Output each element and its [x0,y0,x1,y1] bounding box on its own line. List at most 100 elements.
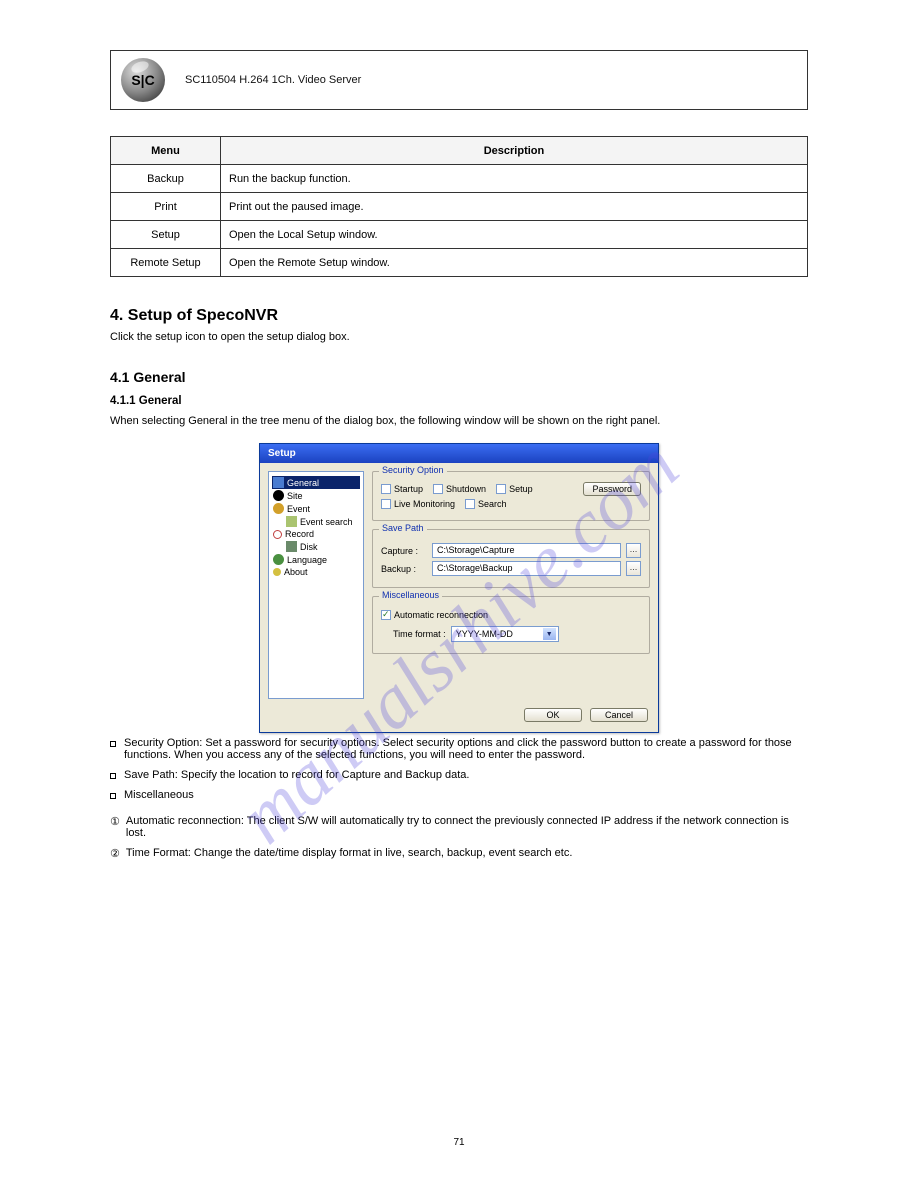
numbered-item: ② Time Format: Change the date/time disp… [110,847,808,860]
bullet-text: Save Path: Specify the location to recor… [124,769,470,781]
browse-capture-button[interactable]: … [626,543,641,558]
checkbox-live-monitoring[interactable]: Live Monitoring [381,499,455,509]
tree-item-language[interactable]: Language [272,553,360,566]
chk-label: Startup [394,484,423,494]
tree-item-record[interactable]: Record [272,528,360,540]
checkbox-search[interactable]: Search [465,499,507,509]
checkbox-icon [381,499,391,509]
cell-desc: Print out the paused image. [221,193,808,221]
number-icon: ② [110,847,120,860]
setup-tree[interactable]: General Site Event Event search Record D… [268,471,364,699]
record-icon [273,530,282,539]
tree-item-event-search[interactable]: Event search [272,515,360,528]
checkbox-setup[interactable]: Setup [496,484,533,494]
misc-group: Miscellaneous Automatic reconnection Tim… [372,596,650,654]
tree-label: Event search [300,517,353,527]
table-row: Setup Open the Local Setup window. [111,221,808,249]
checkbox-checked-icon [381,610,391,620]
section-title: 4. Setup of SpecoNVR [110,307,808,325]
table-row: Print Print out the paused image. [111,193,808,221]
chk-label: Shutdown [446,484,486,494]
cell-desc: Open the Local Setup window. [221,221,808,249]
dialog-titlebar: Setup [260,444,658,463]
general-icon [273,477,284,488]
col-menu: Menu [111,137,221,165]
chevron-down-icon: ▼ [543,628,556,640]
checkbox-icon [496,484,506,494]
browse-backup-button[interactable]: … [626,561,641,576]
bullet-item: Save Path: Specify the location to recor… [110,769,808,781]
ok-button[interactable]: OK [524,708,582,722]
tree-label: Site [287,491,303,501]
cancel-button[interactable]: Cancel [590,708,648,722]
security-option-group: Security Option Startup Shutdown Setup P… [372,471,650,521]
tree-label: Language [287,555,327,565]
backup-path-input[interactable]: C:\Storage\Backup [432,561,621,576]
checkbox-auto-reconnect[interactable]: Automatic reconnection [381,610,488,620]
tree-item-about[interactable]: About [272,566,360,578]
tree-label: General [287,478,319,488]
doc-title: SC110504 H.264 1Ch. Video Server [185,74,361,86]
tree-label: Disk [300,542,318,552]
tree-label: Event [287,504,310,514]
bullet-item: Miscellaneous [110,789,808,801]
chk-label: Automatic reconnection [394,610,488,620]
col-desc: Description [221,137,808,165]
bullet-text: Security Option: Set a password for secu… [124,737,808,761]
menu-description-table: Menu Description Backup Run the backup f… [110,136,808,277]
capture-path-input[interactable]: C:\Storage\Capture [432,543,621,558]
backup-label: Backup : [381,564,427,574]
language-icon [273,554,284,565]
checkbox-startup[interactable]: Startup [381,484,423,494]
numbered-text: Time Format: Change the date/time displa… [126,847,573,860]
table-row: Backup Run the backup function. [111,165,808,193]
bullet-item: Security Option: Set a password for secu… [110,737,808,761]
cell-desc: Open the Remote Setup window. [221,249,808,277]
table-row: Remote Setup Open the Remote Setup windo… [111,249,808,277]
section-intro: Click the setup icon to open the setup d… [110,331,808,343]
tree-item-site[interactable]: Site [272,489,360,502]
capture-label: Capture : [381,546,427,556]
site-icon [273,490,284,501]
bullet-icon [110,741,116,747]
group-legend: Miscellaneous [379,590,442,600]
bullet-text: Miscellaneous [124,789,194,801]
subsubsection-heading: 4.1.1 General [110,395,808,407]
checkbox-icon [465,499,475,509]
select-value: YYYY-MM-DD [456,629,513,639]
cell-menu: Remote Setup [111,249,221,277]
save-path-group: Save Path Capture : C:\Storage\Capture …… [372,529,650,588]
checkbox-shutdown[interactable]: Shutdown [433,484,486,494]
time-format-select[interactable]: YYYY-MM-DD ▼ [451,626,559,642]
number-icon: ① [110,815,120,839]
subsection-heading: 4.1 General [110,369,808,385]
cell-desc: Run the backup function. [221,165,808,193]
subsection-body: When selecting General in the tree menu … [110,415,808,427]
setup-dialog: Setup General Site Event Event search Re… [259,443,659,733]
group-legend: Save Path [379,523,427,533]
checkbox-icon [381,484,391,494]
page-number: 71 [453,1137,464,1148]
brand-logo-text: S|C [131,72,154,88]
event-search-icon [286,516,297,527]
about-icon [273,568,281,576]
password-button[interactable]: Password [583,482,641,496]
tree-item-general[interactable]: General [272,476,360,489]
event-icon [273,503,284,514]
tree-label: About [284,567,308,577]
group-legend: Security Option [379,465,447,475]
cell-menu: Print [111,193,221,221]
chk-label: Search [478,499,507,509]
time-format-label: Time format : [393,629,446,639]
doc-header: S|C SC110504 H.264 1Ch. Video Server [110,50,808,110]
checkbox-icon [433,484,443,494]
brand-logo-icon: S|C [121,58,165,102]
cell-menu: Setup [111,221,221,249]
numbered-item: ① Automatic reconnection: The client S/W… [110,815,808,839]
bullet-icon [110,773,116,779]
disk-icon [286,541,297,552]
tree-item-disk[interactable]: Disk [272,540,360,553]
cell-menu: Backup [111,165,221,193]
tree-item-event[interactable]: Event [272,502,360,515]
chk-label: Live Monitoring [394,499,455,509]
